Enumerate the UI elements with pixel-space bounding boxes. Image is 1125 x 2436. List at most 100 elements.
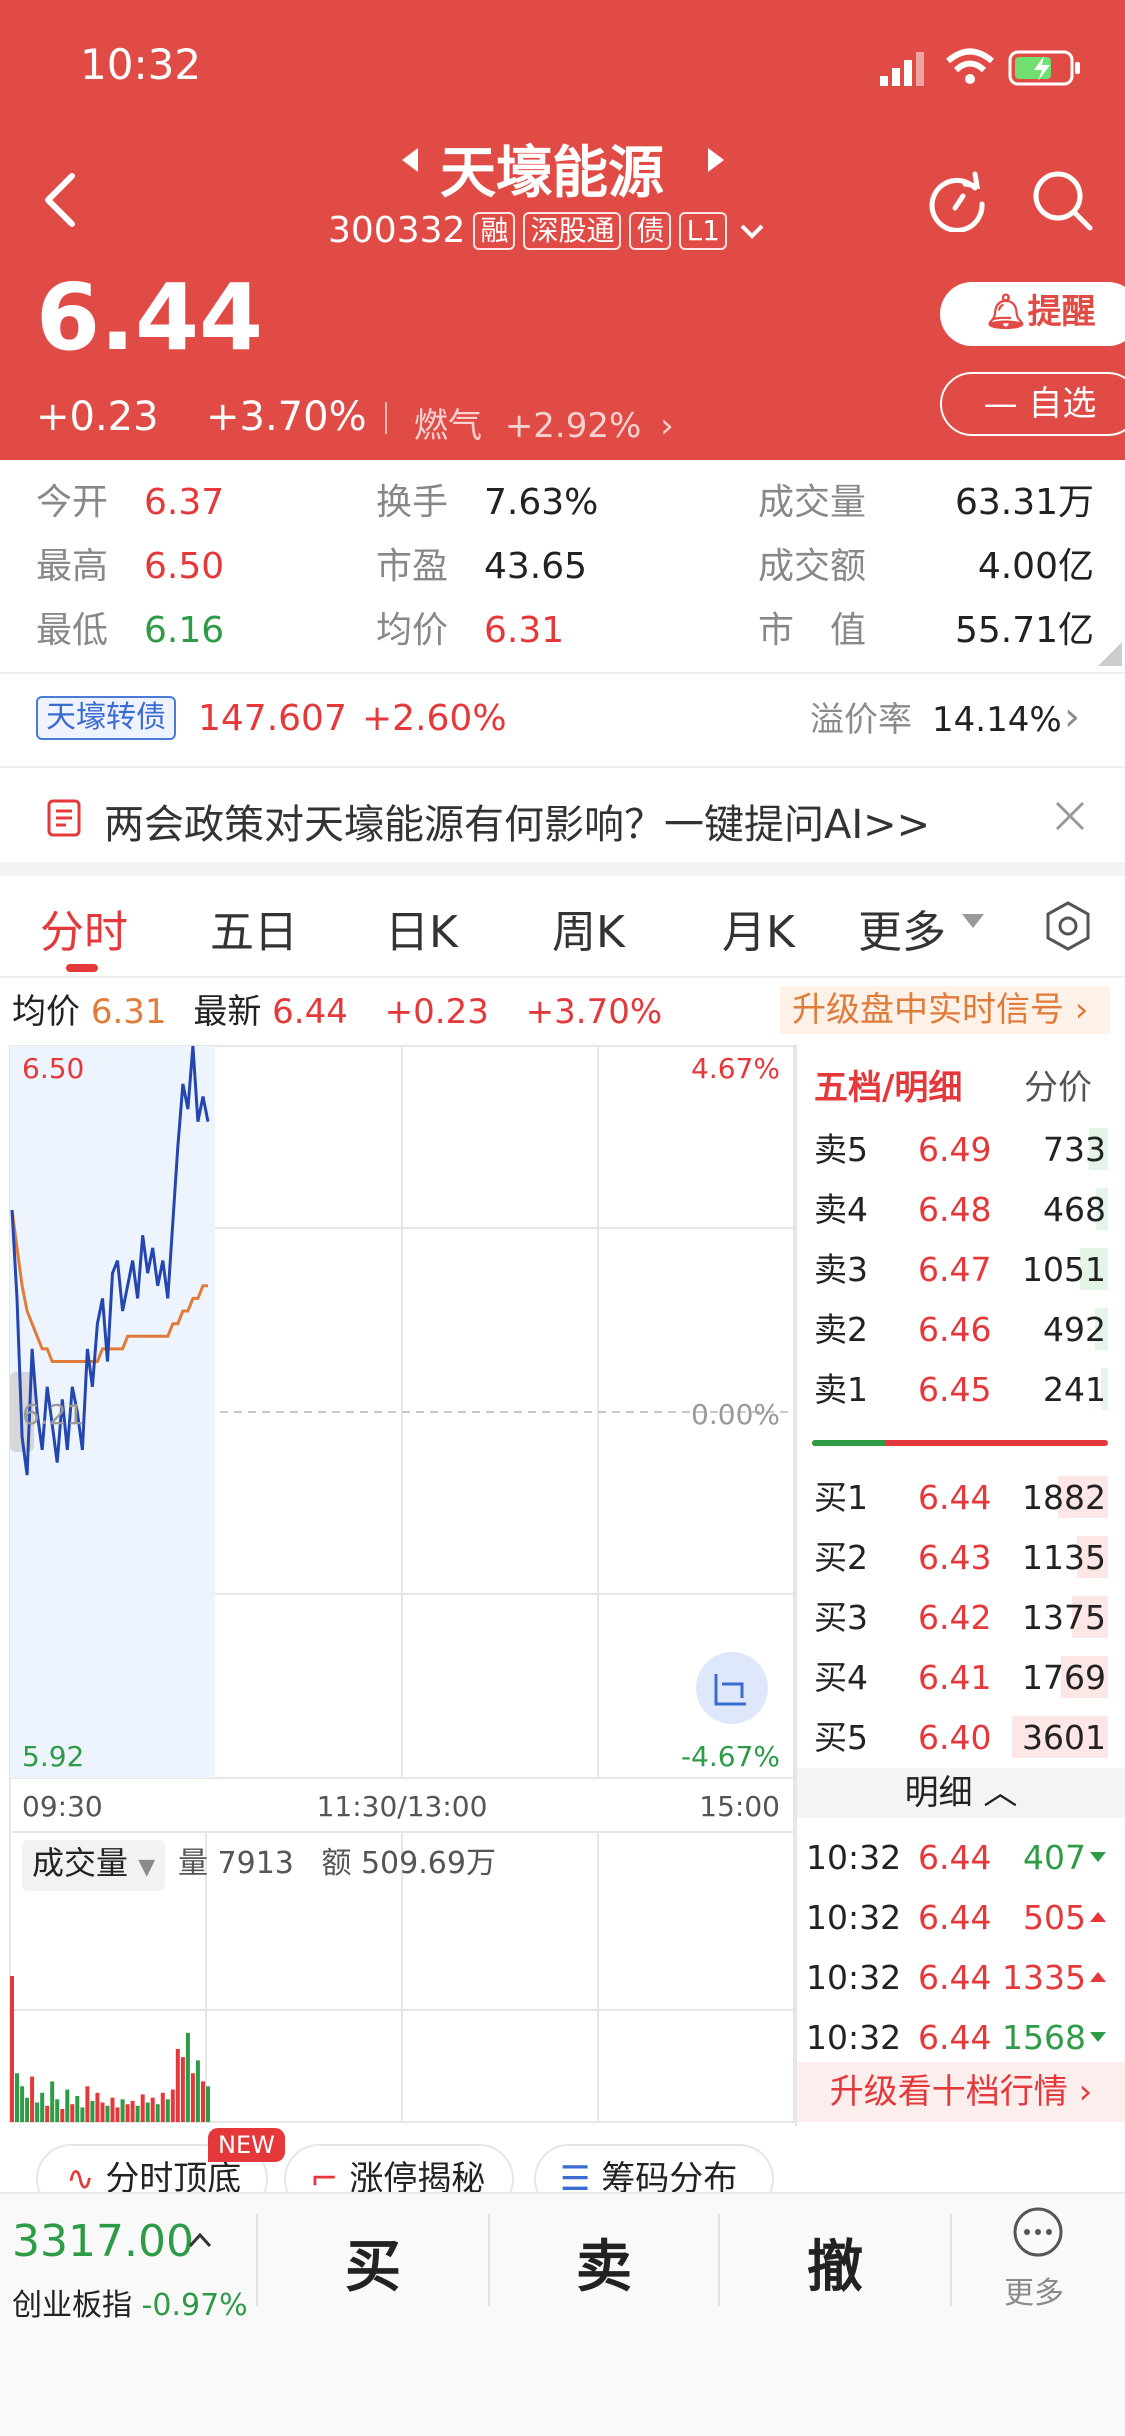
order-book-title[interactable]: 五档/明细 [814,1060,962,1109]
volume-bar [140,2094,145,2122]
stock-code-row: 300332 融 深股通 债 L1 [328,210,765,251]
upgrade-level10-button[interactable]: 升级看十档行情 › [797,2062,1125,2122]
bids-label: 买2 [814,1538,868,1577]
sector-change: +2.92% [504,406,642,446]
chip-limit-up[interactable]: ⌐ 涨停揭秘 [284,2144,514,2194]
volume-bar [150,2097,155,2122]
stat-value: 6.16 [144,610,225,651]
more-dots-icon[interactable] [1012,2206,1064,2258]
stat-label: 均价 [376,610,449,651]
bids-price: 6.40 [918,1718,992,1757]
volume-bar [195,2060,200,2122]
stat-value: 63.31万 [954,482,1094,523]
volume-bar [155,2104,160,2122]
volume-indicator-select[interactable]: 成交量 ▼ [22,1840,166,1891]
y-prev-close-label: 6.21 [22,1398,84,1431]
stock-code: 300332 [328,210,466,251]
search-icon[interactable] [1030,168,1094,232]
stock-name: 天壕能源 [440,141,664,206]
asks-volume: 468 [1043,1190,1106,1229]
bond-price: 147.607 [198,698,347,739]
asks-label: 卖1 [814,1370,868,1409]
chevron-up-icon[interactable] [188,2232,212,2248]
chip-chip-distribution[interactable]: ☰ 筹码分布 [534,2144,774,2194]
volume-bar [60,2109,65,2122]
document-icon [47,799,81,837]
volume-bar [130,2100,135,2122]
chevron-down-icon[interactable] [739,222,765,240]
volume-amount: 额 509.69万 [321,1846,496,1881]
asks-price: 6.47 [918,1250,992,1289]
pct-zero-label: 0.00% [691,1398,780,1431]
fullscreen-button[interactable] [696,1652,768,1724]
stat-label: 最低 [36,610,109,651]
volume-bar [145,2102,150,2122]
back-icon[interactable] [40,172,80,228]
bond-badge[interactable]: 天壕转债 [36,696,176,740]
volume-bar [90,2100,95,2122]
buy-button[interactable]: 买 [258,2222,488,2303]
tag-connect: 深股通 [523,211,622,250]
watchlist-button[interactable]: — 自选 [940,372,1125,436]
tab-more[interactable]: 更多 [858,896,946,960]
tick-volume: 407 [1023,1838,1086,1877]
asks-volume: 241 [1043,1370,1106,1409]
sector-link[interactable]: 燃气 +2.92% › [414,398,674,447]
stat-value: 55.71亿 [954,610,1094,651]
tab-weekly-k[interactable]: 周K [552,896,625,960]
asks-price: 6.45 [918,1370,992,1409]
minus-icon: — [983,384,1018,424]
cancel-order-button[interactable]: 撤 [720,2222,950,2303]
volume-bar [65,2089,70,2122]
close-icon[interactable] [1054,800,1086,832]
detail-toggle[interactable]: 明细 ︿ [797,1768,1125,1818]
price-level-tab[interactable]: 分价 [1024,1060,1092,1109]
index-row: 创业板指 -0.97% [12,2280,248,2324]
bids-label: 买1 [814,1478,868,1517]
volume-bars [10,1976,210,2122]
settings-icon[interactable] [1044,900,1092,952]
bids-label: 买4 [814,1658,868,1697]
refresh-icon[interactable] [925,168,989,232]
stat-value: 4.00亿 [977,546,1094,587]
tab-daily-k[interactable]: 日K [385,896,458,960]
tab-five-day[interactable]: 五日 [210,896,298,960]
volume-qty: 量 7913 [178,1846,294,1881]
volume-bar [40,2092,45,2122]
volume-bar [201,2081,205,2122]
volume-bar [105,2105,110,2122]
sell-button[interactable]: 卖 [490,2222,718,2303]
chevron-right-icon[interactable]: › [1064,694,1080,740]
volume-bar [80,2107,85,2122]
tab-monthly-k[interactable]: 月K [722,896,795,960]
upgrade-signal-button[interactable]: 升级盘中实时信号 › [780,986,1110,1034]
intraday-chart[interactable]: 6.50 6.21 5.92 4.67% 0.00% -4.67% 09:30 … [0,1044,795,2124]
stat-label: 最高 [36,546,109,587]
latest-change-pct: +3.70% [525,992,663,1032]
pct-min-label: -4.67% [681,1740,780,1773]
avg-label: 均价 [12,992,80,1032]
next-stock-icon[interactable] [706,146,726,174]
bids-price: 6.44 [918,1478,992,1517]
volume-bar [170,2089,175,2122]
bids-label: 买3 [814,1598,868,1637]
alert-button[interactable]: 🔔︎提醒 [940,282,1125,346]
chart-up-icon: ⌐ [310,2159,339,2194]
stat-label: 市 值 [758,610,867,651]
prev-stock-icon[interactable] [400,146,420,174]
volume-bar [165,2099,170,2122]
ai-banner-text[interactable]: 两会政策对天壕能源有何影响？一键提问AI>> [104,792,930,850]
premium-value: 14.14% [932,700,1062,740]
volume-stats: 量 7913 额 509.69万 [178,1842,496,1886]
intraday-summary: 均价 6.31 最新 6.44 +0.23 +3.70% [12,990,662,1034]
tick-time: 10:32 [806,1898,902,1937]
tab-intraday[interactable]: 分时 [40,896,128,960]
stat-value: 6.50 [144,546,225,587]
divider [950,2214,952,2306]
volume-bar [75,2096,80,2122]
price-change-pct: +3.70% [206,394,367,440]
more-label[interactable]: 更多 [1004,2268,1064,2312]
tick-up-arrow-icon [1090,1972,1106,1982]
index-value[interactable]: 3317.00 [12,2216,194,2267]
premium-label: 溢价率 [810,700,912,740]
